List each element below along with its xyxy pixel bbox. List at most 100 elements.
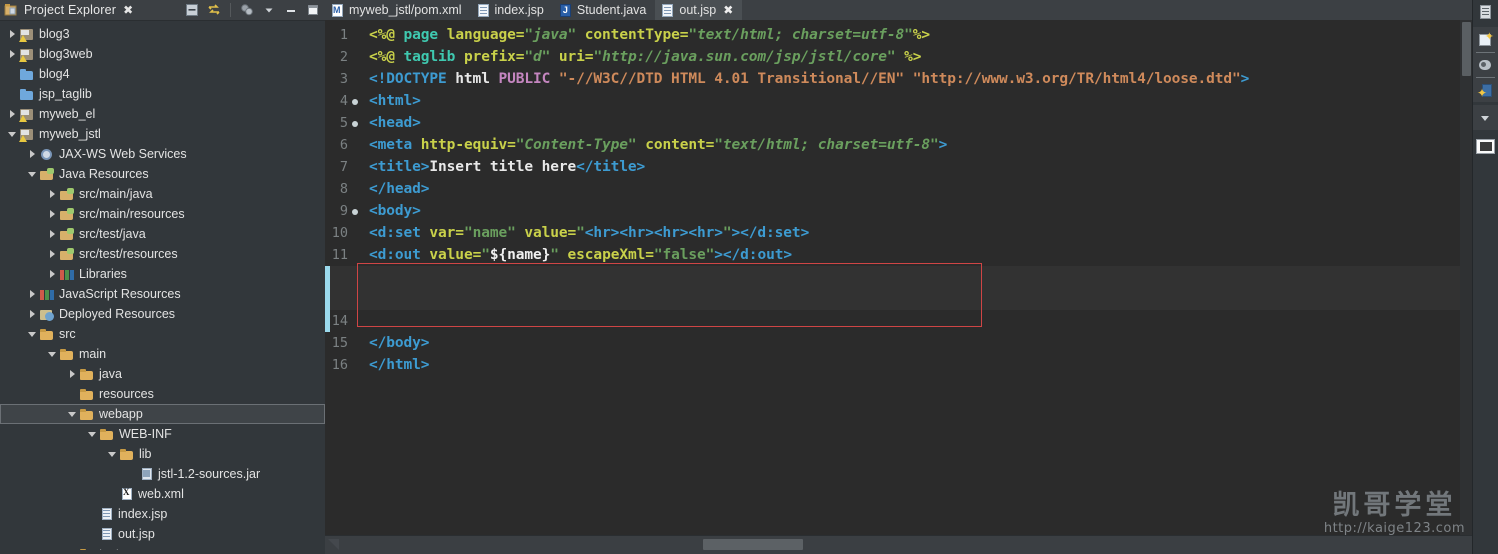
- chevron-right-icon[interactable]: [47, 269, 58, 280]
- chevron-right-icon[interactable]: [47, 249, 58, 260]
- project-explorer-view: Project Explorer ✖ blog3 blog3web blog4 …: [0, 0, 326, 554]
- tree-item-web-xml[interactable]: web.xml: [0, 484, 325, 504]
- jar-file-icon: [140, 467, 154, 481]
- code-line[interactable]: 7 <title>Insert title here</title>: [325, 156, 1473, 178]
- code-lines[interactable]: 1 <%@ page language="java" contentType="t…: [325, 20, 1473, 376]
- code-line[interactable]: 2 <%@ taglib prefix="d" uri="http://java.…: [325, 46, 1473, 68]
- code-line[interactable]: 9 <body>: [325, 200, 1473, 222]
- tree-item-webapp[interactable]: webapp: [0, 404, 325, 424]
- minimize-icon[interactable]: [283, 2, 299, 18]
- chevron-down-icon[interactable]: [7, 129, 18, 140]
- code-editor[interactable]: 1 <%@ page language="java" contentType="t…: [325, 20, 1473, 536]
- editor-tab-out-jsp[interactable]: out.jsp ✖: [655, 0, 743, 20]
- view-menu-icon[interactable]: [239, 2, 255, 18]
- tree-item-blog3[interactable]: blog3: [0, 24, 325, 44]
- tree-item-jsp-taglib[interactable]: jsp_taglib: [0, 84, 325, 104]
- code-line[interactable]: 3 <!DOCTYPE html PUBLIC "-//W3C//DTD HTML…: [325, 68, 1473, 90]
- chevron-down-icon[interactable]: [261, 2, 277, 18]
- code-token: </d:set>: [740, 225, 810, 241]
- tree-item-libraries[interactable]: Libraries: [0, 264, 325, 284]
- fold-marker-icon[interactable]: [351, 112, 362, 134]
- tree-item-src-test-resources[interactable]: src/test/resources: [0, 244, 325, 264]
- tree-item-src-test-java[interactable]: src/test/java: [0, 224, 325, 244]
- code-line[interactable]: 14: [325, 310, 1473, 332]
- restore-view-icon[interactable]: [1475, 136, 1496, 157]
- editor-horizontal-scrollbar[interactable]: [325, 535, 1473, 554]
- chevron-right-icon[interactable]: [27, 289, 38, 300]
- close-icon[interactable]: ✖: [723, 3, 733, 17]
- current-line-highlight: [325, 266, 1473, 310]
- code-token: "java": [524, 27, 577, 43]
- code-line[interactable]: 8 </head>: [325, 178, 1473, 200]
- fold-marker-icon[interactable]: [351, 90, 362, 112]
- tree-item-java[interactable]: java: [0, 364, 325, 384]
- editor-tab-index-jsp[interactable]: index.jsp: [471, 0, 553, 20]
- line-number: 9: [339, 203, 348, 219]
- tree-item-resources[interactable]: resources: [0, 384, 325, 404]
- maximize-icon[interactable]: [305, 2, 321, 18]
- editor-tab-myweb-jstl-pom-xml[interactable]: myweb_jstl/pom.xml: [325, 0, 471, 20]
- chevron-right-icon[interactable]: [47, 229, 58, 240]
- chevron-right-icon[interactable]: [7, 29, 18, 40]
- tree-item-blog3web[interactable]: blog3web: [0, 44, 325, 64]
- collapse-all-icon[interactable]: [184, 2, 200, 18]
- tree-item-label: resources: [99, 387, 154, 401]
- chevron-right-icon[interactable]: [47, 189, 58, 200]
- project-tree[interactable]: blog3 blog3web blog4 jsp_taglib myweb_el mywe…: [0, 21, 325, 554]
- tree-item-blog4[interactable]: blog4: [0, 64, 325, 84]
- code-line[interactable]: 10 <d:set var="name" value="<hr><hr><hr><…: [325, 222, 1473, 244]
- tree-item-deployed-resources[interactable]: Deployed Resources: [0, 304, 325, 324]
- code-line[interactable]: 6 <meta http-equiv="Content-Type" content…: [325, 134, 1473, 156]
- chevron-right-icon[interactable]: [7, 49, 18, 60]
- chevron-down-icon[interactable]: [87, 429, 98, 440]
- code-line[interactable]: 15 </body>: [325, 332, 1473, 354]
- tree-item-myweb-jstl[interactable]: myweb_jstl: [0, 124, 325, 144]
- chevron-down-icon[interactable]: [27, 169, 38, 180]
- code-line[interactable]: 4 <html>: [325, 90, 1473, 112]
- tree-item-java-resources[interactable]: Java Resources: [0, 164, 325, 184]
- tree-item-javascript-resources[interactable]: JavaScript Resources: [0, 284, 325, 304]
- tree-item-label: JAX-WS Web Services: [59, 147, 187, 161]
- tree-item-jax-ws-web-services[interactable]: JAX-WS Web Services: [0, 144, 325, 164]
- horizontal-scrollbar-thumb[interactable]: [703, 539, 803, 550]
- chevron-right-icon[interactable]: [27, 149, 38, 160]
- tree-item-src-main-java[interactable]: src/main/java: [0, 184, 325, 204]
- code-line[interactable]: 16 </html>: [325, 354, 1473, 376]
- tree-item-jstl-1-2-sources-jar[interactable]: jstl-1.2-sources.jar: [0, 464, 325, 484]
- tree-item-out-jsp[interactable]: out.jsp: [0, 524, 325, 544]
- tree-item-main[interactable]: main: [0, 344, 325, 364]
- tree-item-src[interactable]: src: [0, 324, 325, 344]
- fold-column: [351, 354, 362, 376]
- chevron-down-icon[interactable]: [47, 349, 58, 360]
- chevron-down-icon[interactable]: [67, 409, 78, 420]
- rail-divider: [1476, 77, 1495, 78]
- chevron-right-icon[interactable]: [47, 209, 58, 220]
- chevron-right-icon[interactable]: [67, 369, 78, 380]
- chevron-right-icon[interactable]: [7, 109, 18, 120]
- chevron-down-icon[interactable]: [27, 329, 38, 340]
- snippets-icon[interactable]: [1475, 80, 1496, 101]
- chevron-right-icon[interactable]: [27, 309, 38, 320]
- chevron-down-icon[interactable]: [107, 449, 118, 460]
- tree-item-myweb-el[interactable]: myweb_el: [0, 104, 325, 124]
- chevron-down-icon[interactable]: [1475, 108, 1496, 129]
- close-icon[interactable]: ✖: [123, 4, 133, 16]
- code-line[interactable]: 11 <d:out value="${name}" escapeXml="fals…: [325, 244, 1473, 266]
- editor-tab-bar[interactable]: myweb_jstl/pom.xml index.jsp Student.java o…: [325, 0, 1473, 20]
- tree-item-src-main-resources[interactable]: src/main/resources: [0, 204, 325, 224]
- link-with-editor-icon[interactable]: [206, 2, 222, 18]
- fold-marker-icon[interactable]: [351, 200, 362, 222]
- tree-item-lib[interactable]: lib: [0, 444, 325, 464]
- palette-icon[interactable]: [1475, 55, 1496, 76]
- code-token: "false": [653, 247, 715, 263]
- code-line[interactable]: 5 <head>: [325, 112, 1473, 134]
- new-wizard-icon[interactable]: [1475, 30, 1496, 51]
- fold-column: [351, 266, 362, 288]
- vertical-scrollbar-thumb[interactable]: [1462, 22, 1471, 76]
- editor-tab-student-java[interactable]: Student.java: [553, 0, 656, 20]
- code-line[interactable]: 1 <%@ page language="java" contentType="t…: [325, 24, 1473, 46]
- outline-view-icon[interactable]: [1475, 2, 1496, 23]
- tree-item-web-inf[interactable]: WEB-INF: [0, 424, 325, 444]
- tree-item-index-jsp[interactable]: index.jsp: [0, 504, 325, 524]
